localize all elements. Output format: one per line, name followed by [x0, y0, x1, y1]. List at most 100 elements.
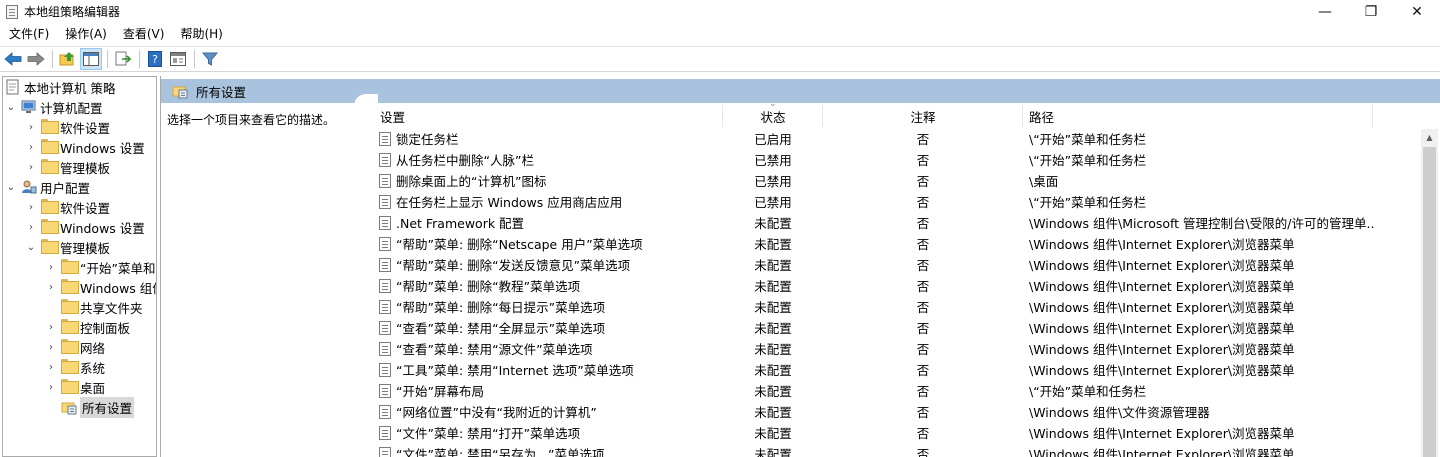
expand-chevron-icon[interactable]: › [45, 277, 57, 297]
cell-setting: “帮助”菜单: 删除“教程”菜单选项 [396, 279, 581, 294]
table-row[interactable]: “文件”菜单: 禁用“另存为...”菜单选项 未配置 否 \Windows 组件\In… [364, 444, 1419, 457]
cell-comment: 否 [916, 426, 930, 441]
scrollbar-thumb[interactable] [1423, 147, 1436, 457]
menu-action[interactable]: 操作(A) [56, 23, 114, 45]
tree-label: “开始”菜单和 [80, 260, 156, 276]
table-row[interactable]: “帮助”菜单: 删除“发送反馈意见”菜单选项 未配置 否 \Windows 组件\In… [364, 255, 1419, 276]
table-row[interactable]: “查看”菜单: 禁用“全屏显示”菜单选项 未配置 否 \Windows 组件\Inte… [364, 318, 1419, 339]
column-separator[interactable] [1372, 105, 1373, 127]
tree-item-system[interactable]: › 系统 [45, 357, 105, 377]
column-header-path[interactable]: 路径 [1029, 103, 1369, 129]
cell-setting: .Net Framework 配置 [396, 216, 525, 231]
export-list-button[interactable] [112, 48, 134, 70]
show-hide-tree-button[interactable] [80, 48, 102, 70]
user-icon [22, 180, 37, 194]
export-list-icon [115, 51, 131, 66]
expand-chevron-icon[interactable]: › [45, 357, 57, 377]
table-row[interactable]: “工具”菜单: 禁用“Internet 选项”菜单选项 未配置 否 \Windows … [364, 360, 1419, 381]
filter-button[interactable] [199, 48, 221, 70]
table-row[interactable]: “网络位置”中没有“我附近的计算机” 未配置 否 \Windows 组件\文件资源管理… [364, 402, 1419, 423]
table-row[interactable]: “帮助”菜单: 删除“教程”菜单选项 未配置 否 \Windows 组件\Intern… [364, 276, 1419, 297]
cell-state: 已禁用 [754, 174, 792, 189]
expand-chevron-icon[interactable]: › [25, 117, 37, 137]
cell-path: \“开始”菜单和任务栏 [1029, 384, 1147, 399]
expand-chevron-icon[interactable]: › [45, 337, 57, 357]
table-row[interactable]: “帮助”菜单: 删除“每日提示”菜单选项 未配置 否 \Windows 组件\Inte… [364, 297, 1419, 318]
maximize-button[interactable]: ❐ [1348, 0, 1394, 23]
properties-button[interactable] [167, 48, 189, 70]
folder-icon [61, 339, 79, 355]
cell-path: \“开始”菜单和任务栏 [1029, 195, 1147, 210]
expand-chevron-icon[interactable]: ⌄ [5, 177, 17, 197]
tree-item-network[interactable]: › 网络 [45, 337, 105, 357]
expand-chevron-icon[interactable]: › [25, 217, 37, 237]
expand-chevron-icon[interactable]: › [45, 257, 57, 277]
expand-chevron-icon[interactable]: › [25, 197, 37, 217]
toolbar-separator [139, 50, 140, 68]
menu-file[interactable]: 文件(F) [0, 23, 56, 45]
tree-item-start-menu-taskbar[interactable]: › “开始”菜单和 [45, 257, 155, 277]
tree-item-computer-config[interactable]: ⌄ 计算机配置 [5, 97, 103, 117]
close-button[interactable]: ✕ [1394, 0, 1440, 23]
table-row[interactable]: “查看”菜单: 禁用“源文件”菜单选项 未配置 否 \Windows 组件\Inter… [364, 339, 1419, 360]
tree-label: 控制面板 [80, 320, 131, 336]
tree-item-user-windows-settings[interactable]: › Windows 设置 [25, 217, 145, 237]
expand-chevron-icon[interactable]: › [45, 377, 57, 397]
table-row[interactable]: 锁定任务栏 已启用 否 \“开始”菜单和任务栏 [364, 129, 1419, 150]
policy-setting-icon [379, 405, 391, 419]
description-panel: 选择一个项目来查看它的描述。 [161, 103, 364, 457]
window-controls: — ❐ ✕ [1302, 0, 1440, 23]
cell-path: \Windows 组件\Internet Explorer\浏览器菜单 [1029, 363, 1295, 378]
menu-view[interactable]: 查看(V) [114, 23, 172, 45]
tree-item-computer-admin-templates[interactable]: › 管理模板 [25, 157, 110, 177]
table-row[interactable]: 在任务栏上显示 Windows 应用商店应用 已禁用 否 \“开始”菜单和任务栏 [364, 192, 1419, 213]
tree-item-windows-components[interactable]: › Windows 组件 [45, 277, 156, 297]
tree-label: 用户配置 [40, 180, 91, 196]
minimize-button[interactable]: — [1302, 0, 1348, 23]
tree-item-shared-folders[interactable]: 共享文件夹 [45, 297, 143, 317]
column-separator[interactable] [1022, 105, 1023, 127]
help-button[interactable]: ? [144, 48, 166, 70]
tree-label: 桌面 [80, 380, 106, 396]
tree-item-user-config[interactable]: ⌄ 用户配置 [5, 177, 90, 197]
expand-chevron-icon[interactable]: ⌄ [25, 237, 37, 257]
table-row[interactable]: .Net Framework 配置 未配置 否 \Windows 组件\Microso… [364, 213, 1419, 234]
table-row[interactable]: 从任务栏中删除“人脉”栏 已禁用 否 \“开始”菜单和任务栏 [364, 150, 1419, 171]
up-level-button[interactable] [57, 48, 79, 70]
policy-setting-icon [379, 216, 391, 230]
cell-comment: 否 [916, 342, 930, 357]
back-button[interactable] [2, 48, 24, 70]
policy-setting-icon [379, 363, 391, 377]
menu-help[interactable]: 帮助(H) [171, 23, 229, 45]
column-header-setting[interactable]: 设置 [380, 103, 720, 129]
table-row[interactable]: “帮助”菜单: 删除“Netscape 用户”菜单选项 未配置 否 \Windows … [364, 234, 1419, 255]
policy-setting-icon [379, 447, 391, 457]
tree-item-computer-windows-settings[interactable]: › Windows 设置 [25, 137, 145, 157]
table-row[interactable]: 删除桌面上的“计算机”图标 已禁用 否 \桌面 [364, 171, 1419, 192]
tree-item-control-panel[interactable]: › 控制面板 [45, 317, 130, 337]
table-row[interactable]: “开始”屏幕布局 未配置 否 \“开始”菜单和任务栏 [364, 381, 1419, 402]
column-separator[interactable] [822, 105, 823, 127]
expand-chevron-icon[interactable]: › [45, 317, 57, 337]
tree-item-desktop[interactable]: › 桌面 [45, 377, 105, 397]
tree-item-all-settings[interactable]: 所有设置 [45, 396, 135, 418]
cell-comment: 否 [916, 258, 930, 273]
expand-chevron-icon[interactable]: › [25, 157, 37, 177]
table-row[interactable]: “文件”菜单: 禁用“打开”菜单选项 未配置 否 \Windows 组件\Intern… [364, 423, 1419, 444]
tree-item-user-admin-templates[interactable]: ⌄ 管理模板 [25, 237, 110, 257]
cell-state: 未配置 [754, 405, 792, 420]
pane-header: 所有设置 [161, 79, 1440, 103]
column-separator[interactable] [722, 105, 723, 127]
folder-icon [61, 299, 79, 315]
expand-chevron-icon[interactable]: ⌄ [5, 97, 17, 117]
vertical-scrollbar[interactable]: ▲ [1421, 129, 1438, 457]
column-header-state[interactable]: 状态 [724, 103, 822, 129]
cell-state: 未配置 [754, 237, 792, 252]
scroll-up-icon[interactable]: ▲ [1421, 129, 1438, 146]
tree-root[interactable]: 本地计算机 策略 [5, 77, 115, 97]
forward-button[interactable] [25, 48, 47, 70]
expand-chevron-icon[interactable]: › [25, 137, 37, 157]
column-header-comment[interactable]: 注释 [824, 103, 1022, 129]
tree-item-computer-software-settings[interactable]: › 软件设置 [25, 117, 110, 137]
tree-item-user-software-settings[interactable]: › 软件设置 [25, 197, 110, 217]
